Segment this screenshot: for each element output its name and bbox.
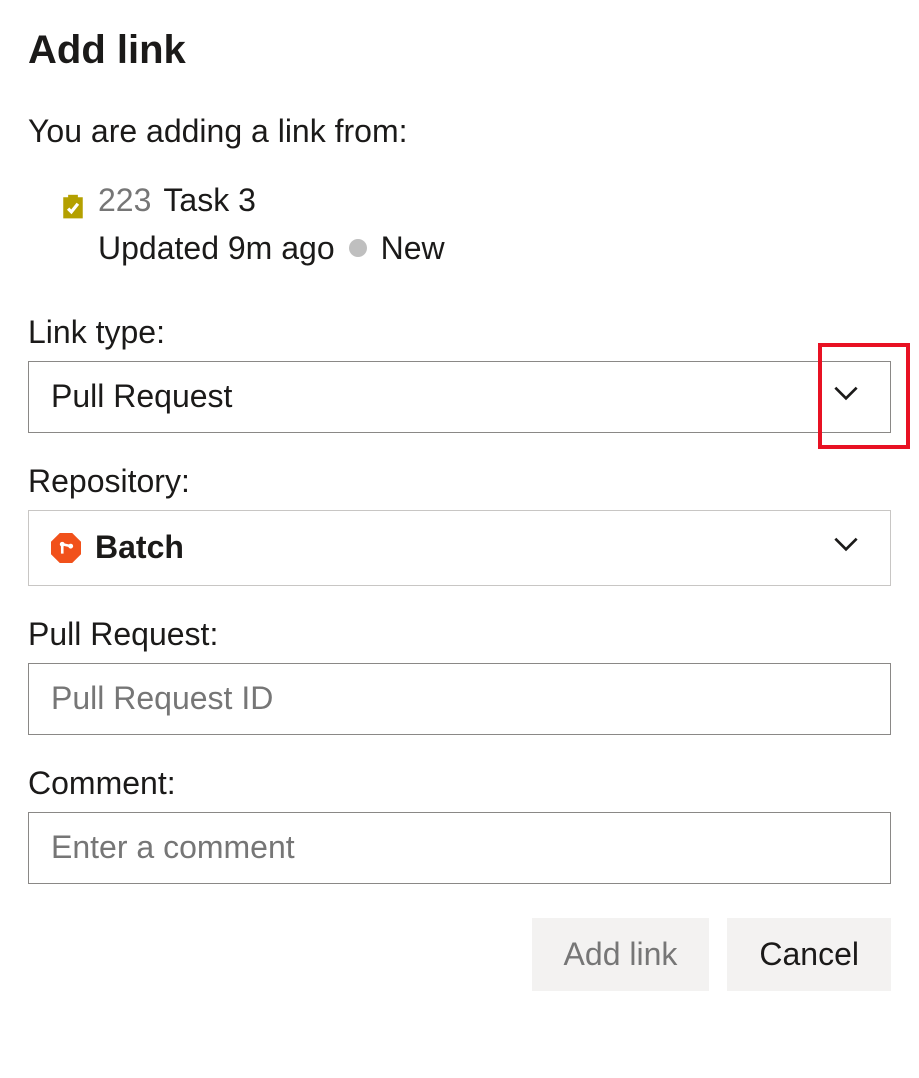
link-type-section: Link type: Pull Request <box>28 314 891 433</box>
pull-request-section: Pull Request: <box>28 616 891 735</box>
repository-label: Repository: <box>28 463 891 500</box>
pull-request-input[interactable] <box>28 663 891 735</box>
comment-input[interactable] <box>28 812 891 884</box>
chevron-down-icon <box>830 377 862 417</box>
repository-section: Repository: Batch <box>28 463 891 586</box>
comment-section: Comment: <box>28 765 891 884</box>
add-link-button[interactable]: Add link <box>532 918 710 991</box>
work-item-header: 223 Task 3 <box>60 178 891 223</box>
repository-value: Batch <box>95 529 184 566</box>
link-type-select[interactable]: Pull Request <box>28 361 891 433</box>
link-type-value: Pull Request <box>51 378 232 415</box>
pull-request-label: Pull Request: <box>28 616 891 653</box>
comment-label: Comment: <box>28 765 891 802</box>
git-repo-icon <box>51 533 81 563</box>
task-icon <box>60 187 86 213</box>
work-item-state: New <box>381 223 445 274</box>
source-work-item: 223 Task 3 Updated 9m ago New <box>60 178 891 274</box>
cancel-button[interactable]: Cancel <box>727 918 891 991</box>
chevron-down-icon <box>830 528 862 568</box>
dialog-buttons: Add link Cancel <box>28 918 891 991</box>
link-type-label: Link type: <box>28 314 891 351</box>
state-dot-icon <box>349 239 367 257</box>
intro-text: You are adding a link from: <box>28 113 891 150</box>
repository-select[interactable]: Batch <box>28 510 891 586</box>
work-item-updated: Updated 9m ago <box>98 223 335 274</box>
work-item-id: 223 <box>98 178 151 223</box>
work-item-meta: Updated 9m ago New <box>98 223 891 274</box>
dialog-title: Add link <box>28 28 891 73</box>
add-link-dialog: Add link You are adding a link from: 223… <box>0 0 919 1019</box>
work-item-title: Task 3 <box>163 178 255 223</box>
